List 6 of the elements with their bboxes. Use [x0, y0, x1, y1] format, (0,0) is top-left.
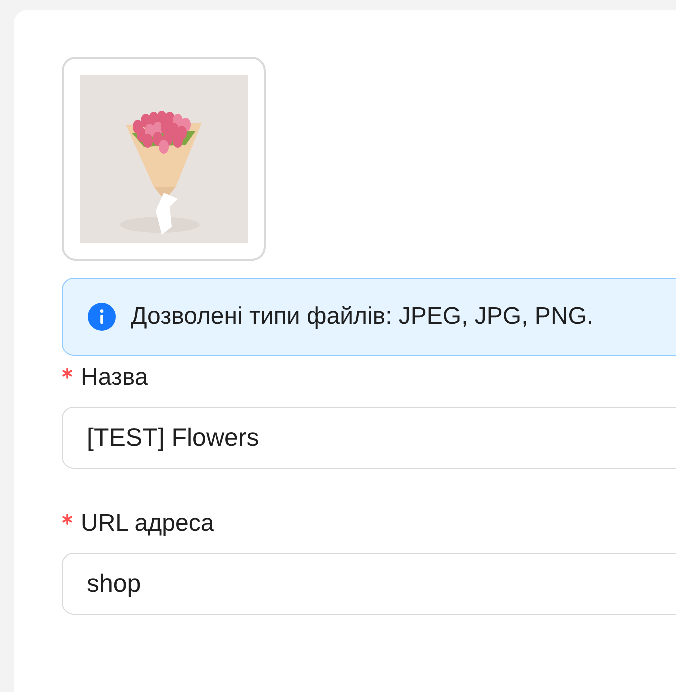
input-field[interactable]: shop	[62, 553, 676, 615]
alert-text: Дозволені типи файлів: JPEG, JPG, PNG.	[131, 303, 594, 331]
field-label: Назва	[81, 364, 148, 392]
info-icon	[87, 302, 117, 332]
input-field[interactable]: [TEST] Flowers	[62, 407, 676, 469]
field-label: URL адреса	[81, 510, 214, 538]
